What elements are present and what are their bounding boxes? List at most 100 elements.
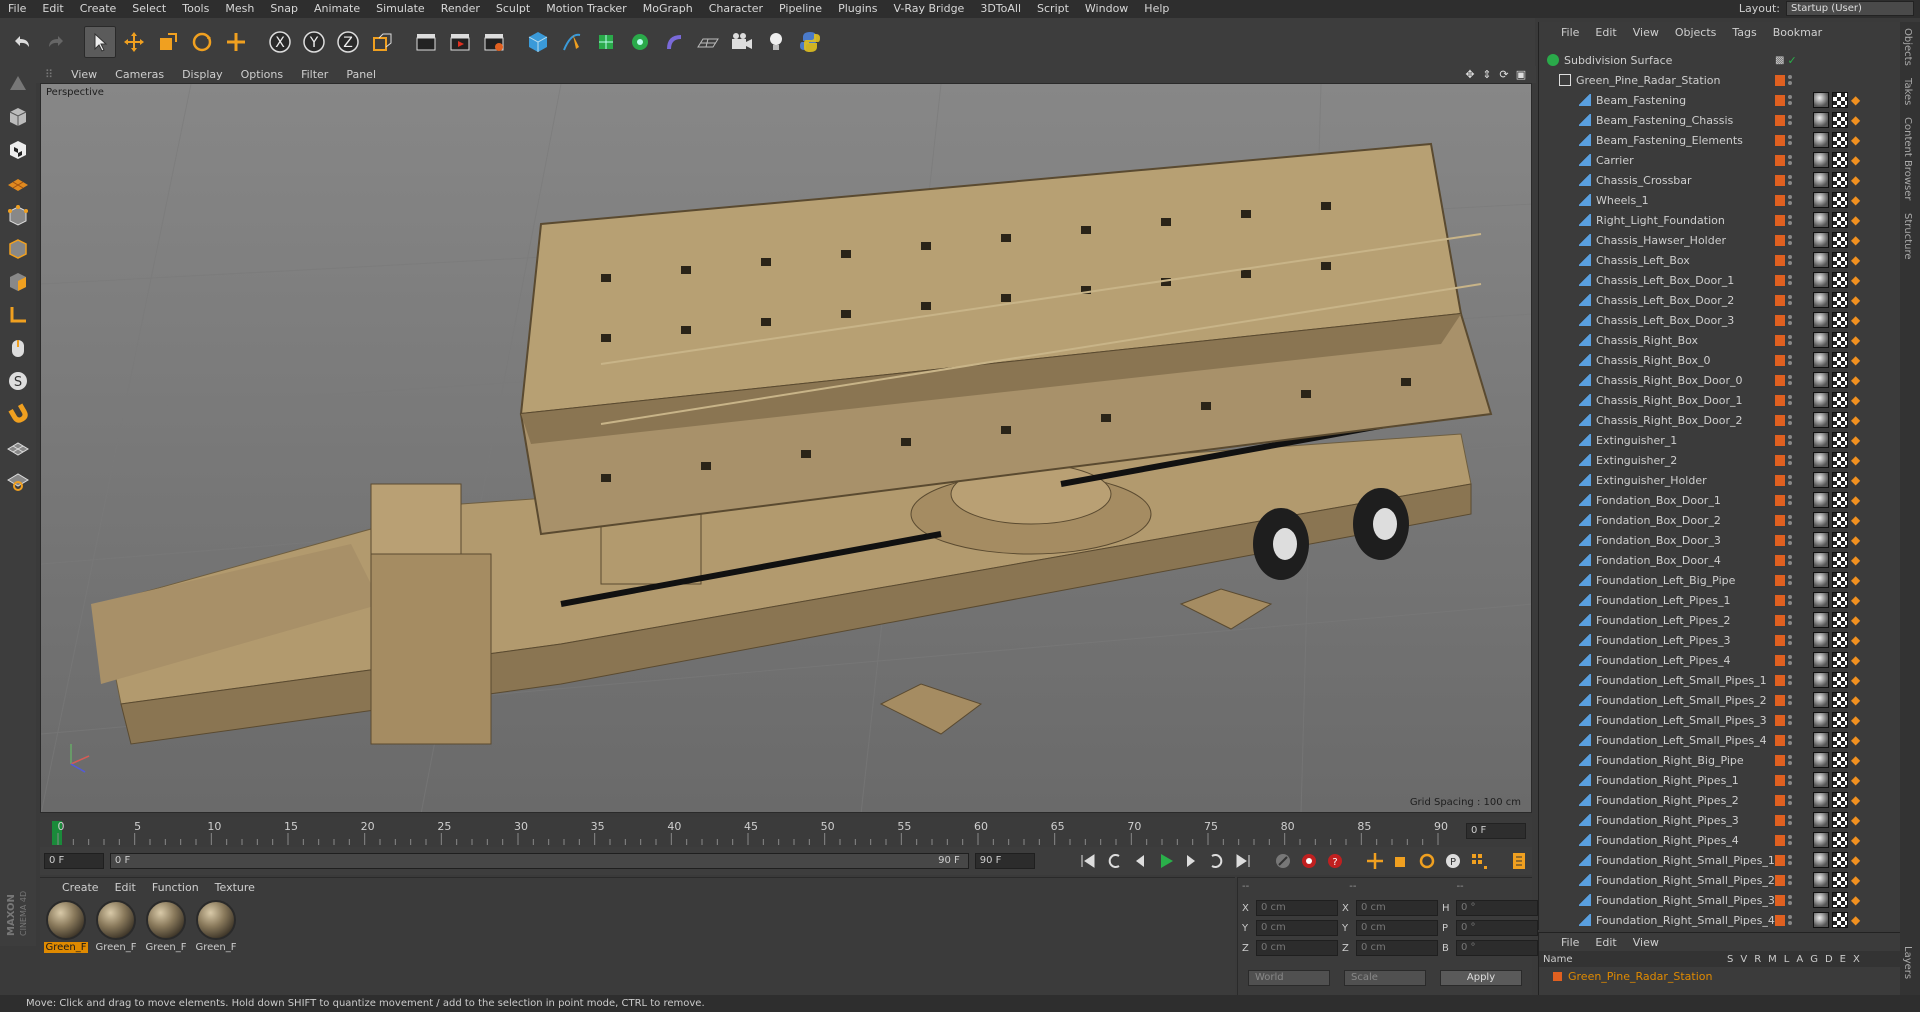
layer-column-header[interactable]: G xyxy=(1810,954,1818,965)
visibility-dots[interactable] xyxy=(1788,754,1794,766)
uvw-tag-icon[interactable] xyxy=(1832,612,1848,628)
selection-tag-icon[interactable]: ◆ xyxy=(1851,172,1867,188)
material-item[interactable]: Green_F xyxy=(44,900,88,953)
selection-tag-icon[interactable]: ◆ xyxy=(1851,212,1867,228)
uvw-tag-icon[interactable] xyxy=(1832,92,1848,108)
pen-spline-button[interactable] xyxy=(556,26,588,58)
make-editable-button[interactable] xyxy=(3,69,33,99)
visibility-dots[interactable] xyxy=(1788,474,1794,486)
position-z-field[interactable]: 0 cm xyxy=(1256,940,1338,956)
layer-color-swatch[interactable] xyxy=(1775,854,1785,866)
coord-scale-dropdown[interactable]: Scale xyxy=(1344,970,1426,986)
uvw-tag-icon[interactable] xyxy=(1832,252,1848,268)
menu-create[interactable]: Create xyxy=(72,0,125,18)
uvw-tag-icon[interactable] xyxy=(1832,112,1848,128)
visibility-dots[interactable] xyxy=(1788,154,1794,166)
menu-plugins[interactable]: Plugins xyxy=(830,0,885,18)
object-row[interactable]: Chassis_Left_Box_Door_1 ◆ xyxy=(1539,270,1901,290)
layer-color-swatch[interactable] xyxy=(1775,794,1785,806)
render-view-button[interactable] xyxy=(410,26,442,58)
menu-mesh[interactable]: Mesh xyxy=(217,0,262,18)
dolly-icon[interactable]: ⇕ xyxy=(1480,67,1494,81)
axis-mode-button[interactable] xyxy=(3,300,33,330)
object-row[interactable]: Chassis_Right_Box ◆ xyxy=(1539,330,1901,350)
material-item[interactable]: Green_F xyxy=(194,900,238,953)
uvw-tag-icon[interactable] xyxy=(1832,672,1848,688)
menu-sculpt[interactable]: Sculpt xyxy=(488,0,538,18)
layer-color-swatch[interactable] xyxy=(1775,434,1785,446)
visibility-dots[interactable] xyxy=(1788,534,1794,546)
visibility-dots[interactable] xyxy=(1788,574,1794,586)
menu-snap[interactable]: Snap xyxy=(262,0,306,18)
object-row[interactable]: Beam_Fastening_Chassis ◆ xyxy=(1539,110,1901,130)
layer-color-swatch[interactable] xyxy=(1775,294,1785,306)
key-pla-button[interactable] xyxy=(1466,849,1492,873)
layer-color-swatch[interactable] xyxy=(1775,674,1785,686)
layer-color-swatch[interactable] xyxy=(1775,94,1785,106)
visibility-dots[interactable] xyxy=(1788,134,1794,146)
material-menu-function[interactable]: Function xyxy=(144,881,207,894)
material-tag-icon[interactable] xyxy=(1813,452,1829,468)
selection-tag-icon[interactable]: ◆ xyxy=(1851,372,1867,388)
selection-tag-icon[interactable]: ◆ xyxy=(1851,692,1867,708)
visibility-dots[interactable] xyxy=(1788,254,1794,266)
material-tag-icon[interactable] xyxy=(1813,172,1829,188)
object-row[interactable]: Chassis_Left_Box_Door_3 ◆ xyxy=(1539,310,1901,330)
layer-color-swatch[interactable] xyxy=(1775,514,1785,526)
object-row[interactable]: Beam_Fastening_Elements ◆ xyxy=(1539,130,1901,150)
visibility-dots[interactable] xyxy=(1788,314,1794,326)
visibility-dots[interactable] xyxy=(1788,294,1794,306)
material-tag-icon[interactable] xyxy=(1813,152,1829,168)
object-menu-bookmarks[interactable]: Bookmar xyxy=(1765,26,1830,39)
layer-color-swatch[interactable] xyxy=(1775,274,1785,286)
material-tag-icon[interactable] xyxy=(1813,532,1829,548)
selection-tag-icon[interactable]: ◆ xyxy=(1851,612,1867,628)
keyframe-selection-button[interactable]: ? xyxy=(1322,849,1348,873)
selection-tag-icon[interactable]: ◆ xyxy=(1851,432,1867,448)
uvw-tag-icon[interactable] xyxy=(1832,312,1848,328)
object-menu-edit[interactable]: Edit xyxy=(1587,26,1624,39)
rotation-p-field[interactable]: 0 ° xyxy=(1456,920,1538,936)
uvw-tag-icon[interactable] xyxy=(1832,192,1848,208)
menu-select[interactable]: Select xyxy=(124,0,174,18)
object-menu-objects[interactable]: Objects xyxy=(1667,26,1725,39)
selection-tag-icon[interactable]: ◆ xyxy=(1851,732,1867,748)
side-tab-objects[interactable]: Objects xyxy=(1900,22,1915,72)
material-tag-icon[interactable] xyxy=(1813,512,1829,528)
layer-color-swatch[interactable] xyxy=(1775,714,1785,726)
side-tab-structure[interactable]: Structure xyxy=(1900,207,1915,266)
selection-tag-icon[interactable]: ◆ xyxy=(1851,792,1867,808)
selection-tag-icon[interactable]: ◆ xyxy=(1851,532,1867,548)
uvw-tag-icon[interactable] xyxy=(1832,152,1848,168)
layer-color-swatch[interactable] xyxy=(1775,734,1785,746)
object-row[interactable]: Foundation_Left_Big_Pipe ◆ xyxy=(1539,570,1901,590)
selection-tag-icon[interactable]: ◆ xyxy=(1851,472,1867,488)
material-tag-icon[interactable] xyxy=(1813,192,1829,208)
undo-button[interactable] xyxy=(6,26,38,58)
material-tag-icon[interactable] xyxy=(1813,132,1829,148)
material-menu-edit[interactable]: Edit xyxy=(107,881,144,894)
material-menu-create[interactable]: Create xyxy=(54,881,107,894)
layer-color-swatch[interactable] xyxy=(1775,254,1785,266)
uvw-tag-icon[interactable] xyxy=(1832,472,1848,488)
python-button[interactable] xyxy=(794,26,826,58)
object-row[interactable]: Foundation_Right_Pipes_1 ◆ xyxy=(1539,770,1901,790)
layer-menu-view[interactable]: View xyxy=(1625,936,1667,949)
size-z-field[interactable]: 0 cm xyxy=(1356,940,1438,956)
visibility-dots[interactable] xyxy=(1788,414,1794,426)
uvw-tag-icon[interactable] xyxy=(1832,812,1848,828)
selection-tag-icon[interactable]: ◆ xyxy=(1851,412,1867,428)
material-tag-icon[interactable] xyxy=(1813,92,1829,108)
visibility-dots[interactable] xyxy=(1788,454,1794,466)
material-tag-icon[interactable] xyxy=(1813,592,1829,608)
selection-tag-icon[interactable]: ◆ xyxy=(1851,252,1867,268)
selection-tag-icon[interactable]: ◆ xyxy=(1851,872,1867,888)
selection-tag-icon[interactable]: ◆ xyxy=(1851,572,1867,588)
rotation-b-field[interactable]: 0 ° xyxy=(1456,940,1538,956)
material-tag-icon[interactable] xyxy=(1813,892,1829,908)
layer-color-swatch[interactable] xyxy=(1775,594,1785,606)
object-row-root[interactable]: Subdivision Surface ▩ ✓ xyxy=(1539,50,1901,70)
model-mode-button[interactable] xyxy=(3,102,33,132)
uvw-tag-icon[interactable] xyxy=(1832,232,1848,248)
selection-tag-icon[interactable]: ◆ xyxy=(1851,392,1867,408)
